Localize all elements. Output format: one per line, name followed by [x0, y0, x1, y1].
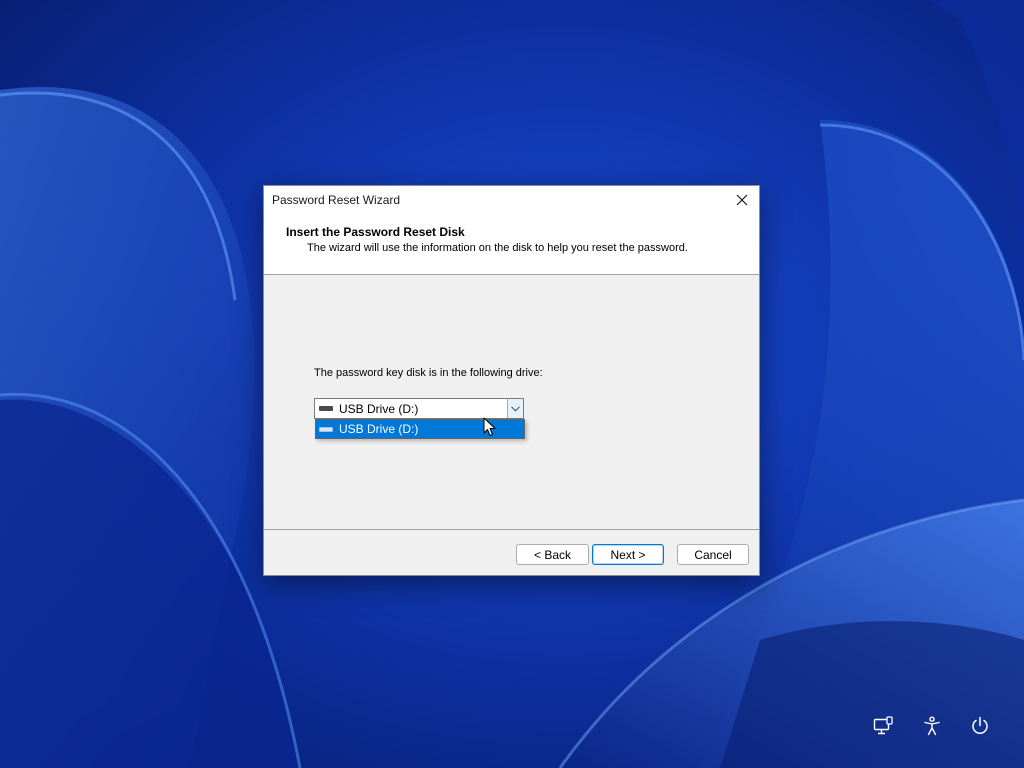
- drive-option-label: USB Drive (D:): [339, 422, 419, 436]
- drive-label: The password key disk is in the followin…: [314, 367, 543, 379]
- password-reset-wizard-dialog: Password Reset Wizard Insert the Passwor…: [263, 185, 760, 576]
- chevron-down-icon: [511, 405, 520, 412]
- accessibility-button[interactable]: [920, 714, 944, 738]
- cancel-button[interactable]: Cancel: [677, 544, 749, 565]
- back-button[interactable]: < Back: [516, 544, 589, 565]
- header-title: Insert the Password Reset Disk: [286, 225, 465, 239]
- drive-select-text: USB Drive (D:): [339, 401, 419, 416]
- close-icon: [736, 194, 748, 206]
- drive-select[interactable]: USB Drive (D:): [314, 398, 524, 419]
- power-button[interactable]: [968, 714, 992, 738]
- accessibility-icon: [924, 716, 940, 736]
- network-icon: [873, 716, 893, 735]
- title-bar[interactable]: Password Reset Wizard: [264, 186, 759, 214]
- mouse-cursor-icon: [483, 417, 496, 436]
- window-title: Password Reset Wizard: [272, 193, 401, 207]
- drive-select-value: USB Drive (D:): [319, 399, 418, 418]
- footer-divider: [264, 529, 759, 530]
- network-button[interactable]: [871, 714, 895, 738]
- desktop: Password Reset Wizard Insert the Passwor…: [0, 0, 1024, 768]
- usb-drive-icon: [319, 406, 333, 411]
- header-subtitle: The wizard will use the information on t…: [307, 242, 688, 254]
- usb-drive-icon: [319, 426, 333, 432]
- next-button[interactable]: Next >: [592, 544, 664, 565]
- power-icon: [972, 716, 988, 734]
- close-button[interactable]: [725, 186, 759, 214]
- dropdown-arrow-button[interactable]: [507, 399, 523, 418]
- wizard-header: Insert the Password Reset Disk The wizar…: [264, 214, 759, 275]
